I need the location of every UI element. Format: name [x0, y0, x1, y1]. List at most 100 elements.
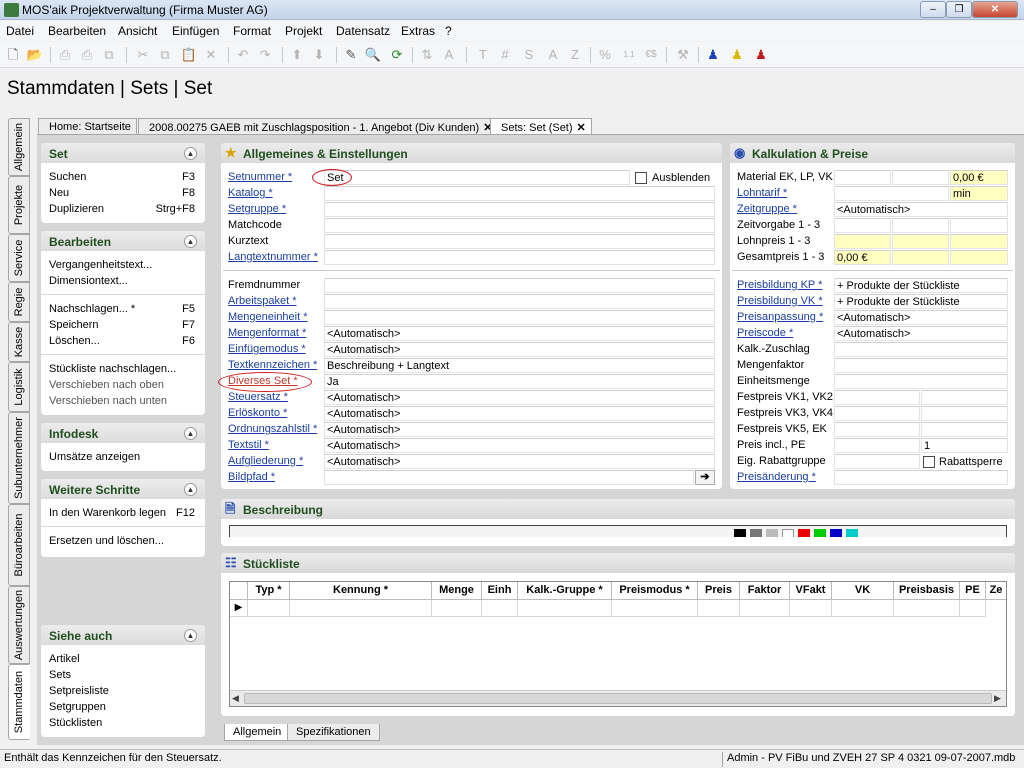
- label-zeitgruppe[interactable]: Zeitgruppe *: [737, 203, 797, 215]
- collapse-icon[interactable]: ▲: [184, 629, 197, 642]
- browse-arrow-icon[interactable]: ➔: [695, 470, 715, 485]
- table-cell[interactable]: [248, 600, 290, 617]
- label-setgruppe[interactable]: Setgruppe *: [228, 203, 286, 215]
- input-bildpfad[interactable]: [324, 470, 694, 485]
- input-mengenformat[interactable]: <Automatisch>: [324, 326, 715, 341]
- table-cell[interactable]: [740, 600, 790, 617]
- col-menge[interactable]: Menge: [432, 582, 482, 600]
- input-preisbildung-kp[interactable]: + Produkte der Stückliste: [834, 278, 1008, 293]
- input-lohnpreis-2[interactable]: [892, 234, 949, 249]
- copy2-icon[interactable]: ⧉: [156, 46, 174, 64]
- sort-icon[interactable]: ⇅: [418, 46, 436, 64]
- label-lohntarif[interactable]: Lohntarif *: [737, 187, 787, 199]
- input-rabattgruppe[interactable]: [834, 454, 920, 469]
- input-lohntarif-unit[interactable]: min: [950, 186, 1008, 201]
- color-swatch[interactable]: [814, 529, 826, 537]
- label-mengeneinheit[interactable]: Mengeneinheit *: [228, 311, 308, 323]
- input-festpreis-vk5[interactable]: [834, 422, 920, 437]
- side-tab-bueroarbeiten[interactable]: Büroarbeiten: [8, 504, 30, 586]
- input-pe[interactable]: 1: [921, 438, 1008, 453]
- label-preisbildung-kp[interactable]: Preisbildung KP *: [737, 279, 822, 291]
- input-langtextnummer[interactable]: [324, 250, 715, 265]
- tab-allgemein[interactable]: Allgemein: [224, 724, 291, 741]
- print-preview-icon[interactable]: ⎙: [78, 46, 96, 64]
- rabattsperre-checkbox[interactable]: [923, 456, 935, 468]
- side-tab-stammdaten[interactable]: Stammdaten: [8, 664, 30, 740]
- col-vk[interactable]: VK: [832, 582, 894, 600]
- table-cell[interactable]: [482, 600, 518, 617]
- action-vergangenheitstext[interactable]: Vergangenheitstext...: [49, 259, 152, 271]
- format-hash-icon[interactable]: #: [496, 46, 514, 64]
- col-preis[interactable]: Preis: [698, 582, 740, 600]
- stueckliste-grid[interactable]: Typ * Kennung * Menge Einh Kalk.-Gruppe …: [229, 581, 1007, 707]
- input-textstil[interactable]: <Automatisch>: [324, 438, 715, 453]
- scroll-right-icon[interactable]: ▶: [994, 693, 1001, 704]
- copy-icon[interactable]: ⧉: [100, 46, 118, 64]
- input-preisaenderung[interactable]: [834, 470, 1008, 485]
- input-arbeitspaket[interactable]: [324, 294, 715, 309]
- horizontal-scrollbar[interactable]: ◀ ▶: [230, 690, 1006, 706]
- label-katalog[interactable]: Katalog *: [228, 187, 273, 199]
- cut-icon[interactable]: ✂: [134, 46, 152, 64]
- table-cell[interactable]: [612, 600, 698, 617]
- tools-icon[interactable]: ⚒: [674, 46, 692, 64]
- input-material-lp[interactable]: [892, 170, 949, 185]
- open-folder-icon[interactable]: 📂: [26, 46, 44, 64]
- col-vfakt[interactable]: VFakt: [790, 582, 832, 600]
- table-cell[interactable]: [432, 600, 482, 617]
- table-cell[interactable]: [290, 600, 432, 617]
- label-aufgliederung[interactable]: Aufgliederung *: [228, 455, 303, 467]
- action-verschieben-oben[interactable]: Verschieben nach oben: [49, 379, 164, 391]
- input-diverses-set[interactable]: Ja: [324, 374, 715, 389]
- text-format-toolbar[interactable]: [229, 525, 1007, 537]
- input-festpreis-vk4[interactable]: [921, 406, 1008, 421]
- label-preiscode[interactable]: Preiscode *: [737, 327, 793, 339]
- col-kennung[interactable]: Kennung *: [290, 582, 432, 600]
- menu-bearbeiten[interactable]: Bearbeiten: [48, 24, 106, 38]
- link-setpreisliste[interactable]: Setpreisliste: [49, 685, 109, 697]
- refresh-icon[interactable]: ⟳: [388, 46, 406, 64]
- col-pe[interactable]: PE: [960, 582, 986, 600]
- menu-datei[interactable]: Datei: [6, 24, 34, 38]
- label-mengenformat[interactable]: Mengenformat *: [228, 327, 306, 339]
- action-neu[interactable]: Neu: [49, 187, 69, 199]
- collapse-icon[interactable]: ▲: [184, 235, 197, 248]
- side-tab-subunternehmer[interactable]: Subunternehmer: [8, 412, 30, 504]
- numbering-icon[interactable]: 1.1: [620, 46, 638, 64]
- color-swatch[interactable]: [766, 529, 778, 537]
- input-erloeskonto[interactable]: <Automatisch>: [324, 406, 715, 421]
- side-tab-auswertungen[interactable]: Auswertungen: [8, 586, 30, 664]
- input-mengenfaktor[interactable]: [834, 358, 1008, 373]
- col-typ[interactable]: Typ *: [248, 582, 290, 600]
- color-swatch[interactable]: [750, 529, 762, 537]
- collapse-icon[interactable]: ▲: [184, 483, 197, 496]
- label-preisaenderung[interactable]: Preisänderung *: [737, 471, 816, 483]
- edit-pencil-icon[interactable]: ✎: [342, 46, 360, 64]
- menu-help[interactable]: ?: [445, 24, 452, 38]
- input-textkennzeichen[interactable]: Beschreibung + Langtext: [324, 358, 715, 373]
- color-swatch[interactable]: [846, 529, 858, 537]
- input-zeitgruppe[interactable]: <Automatisch>: [834, 202, 1008, 217]
- label-textkennzeichen[interactable]: Textkennzeichen *: [228, 359, 317, 371]
- color-swatch[interactable]: [798, 529, 810, 537]
- table-cell[interactable]: [894, 600, 960, 617]
- input-steuersatz[interactable]: <Automatisch>: [324, 390, 715, 405]
- print-icon[interactable]: ⎙: [56, 46, 74, 64]
- format-s-icon[interactable]: S: [520, 46, 538, 64]
- action-loeschen[interactable]: Löschen...: [49, 335, 100, 347]
- link-setgruppen[interactable]: Setgruppen: [49, 701, 106, 713]
- input-einheitsmenge[interactable]: [834, 374, 1008, 389]
- input-festpreis-ek[interactable]: [921, 422, 1008, 437]
- side-tab-allgemein[interactable]: Allgemein: [8, 118, 30, 176]
- input-lohntarif[interactable]: [834, 186, 949, 201]
- input-preis-incl[interactable]: [834, 438, 920, 453]
- input-fremdnummer[interactable]: [324, 278, 715, 293]
- input-festpreis-vk1[interactable]: [834, 390, 920, 405]
- side-tab-regie[interactable]: Regie: [8, 282, 30, 322]
- label-erloeskonto[interactable]: Erlöskonto *: [228, 407, 287, 419]
- input-setnummer[interactable]: Set: [324, 170, 630, 185]
- input-gesamtpreis-1[interactable]: 0,00 €: [834, 250, 891, 265]
- redo-icon[interactable]: ↷: [256, 46, 274, 64]
- side-tab-logistik[interactable]: Logistik: [8, 362, 30, 412]
- undo-icon[interactable]: ↶: [234, 46, 252, 64]
